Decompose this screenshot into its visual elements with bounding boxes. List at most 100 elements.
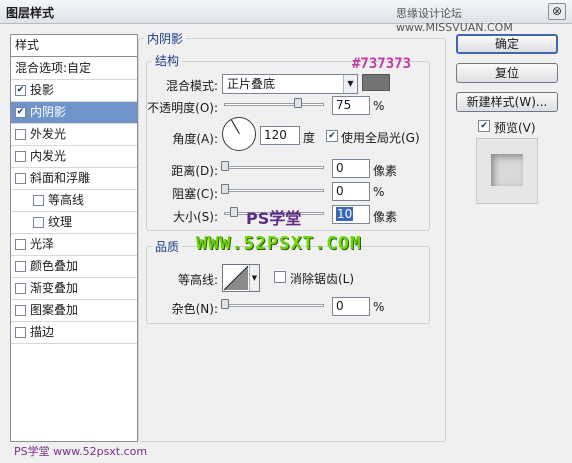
bottom-watermark: PS学堂 www.52psxt.com (14, 445, 148, 458)
contour-label: 等高线: (177, 273, 218, 287)
shadow-color-swatch[interactable] (362, 74, 390, 91)
url-watermark: WWW.52PSXT.COM (196, 233, 362, 254)
size-input[interactable]: 10 (332, 205, 370, 224)
structure-legend: 结构 (152, 52, 183, 69)
noise-slider-thumb[interactable] (221, 299, 229, 309)
preview-label: 预览(V) (494, 121, 536, 135)
angle-unit: 度 (303, 131, 316, 145)
checkbox-outer-glow[interactable] (15, 129, 26, 140)
style-item-bevel-emboss[interactable]: 斜面和浮雕 (11, 168, 137, 190)
choke-label: 阻塞(C): (172, 187, 218, 201)
checkbox-color-overlay[interactable] (15, 261, 26, 272)
style-item-outer-glow[interactable]: 外发光 (11, 124, 137, 146)
new-style-button[interactable]: 新建样式(W)... (456, 92, 558, 112)
blend-mode-value: 正片叠底 (227, 77, 276, 91)
distance-slider-thumb[interactable] (221, 161, 229, 171)
distance-unit: 像素 (373, 164, 398, 178)
style-item-label: 渐变叠加 (30, 281, 79, 295)
checkbox-bevel-emboss[interactable] (15, 173, 26, 184)
style-item-drop-shadow[interactable]: ✔ 投影 (11, 80, 137, 102)
color-hex-annotation: #737373 (352, 56, 412, 72)
style-item-pattern-overlay[interactable]: 图案叠加 (11, 300, 137, 322)
style-item-label: 光泽 (30, 237, 55, 251)
dialog-title: 图层样式 (6, 6, 55, 20)
angle-input[interactable]: 120 (260, 126, 300, 145)
style-item-inner-shadow[interactable]: ✔ 内阴影 (11, 102, 137, 124)
distance-slider[interactable] (224, 166, 324, 169)
style-item-label: 投影 (30, 83, 55, 97)
style-item-label: 颜色叠加 (30, 259, 79, 273)
choke-slider-thumb[interactable] (221, 184, 229, 194)
blend-options-item[interactable]: 混合选项:自定 (11, 58, 137, 80)
size-label: 大小(S): (172, 210, 218, 224)
angle-dial-needle (231, 119, 240, 134)
checkbox-gradient-overlay[interactable] (15, 283, 26, 294)
style-item-label: 等高线 (48, 193, 85, 207)
styles-list: 样式 混合选项:自定 ✔ 投影 ✔ 内阴影 外发光 内发光 斜面和浮雕 等高线 … (10, 34, 138, 442)
reset-button[interactable]: 复位 (456, 63, 558, 83)
size-slider-thumb[interactable] (230, 207, 238, 217)
style-item-texture[interactable]: 纹理 (11, 212, 137, 234)
angle-label: 角度(A): (172, 132, 218, 146)
checkbox-pattern-overlay[interactable] (15, 305, 26, 316)
size-unit: 像素 (373, 210, 398, 224)
noise-unit: % (373, 300, 385, 314)
style-item-label: 内阴影 (30, 105, 67, 119)
checkbox-texture[interactable] (33, 217, 44, 228)
opacity-unit: % (373, 99, 385, 113)
style-item-label: 外发光 (30, 127, 67, 141)
distance-input[interactable]: 0 (332, 159, 370, 178)
blend-mode-label: 混合模式: (165, 79, 218, 93)
choke-input[interactable]: 0 (332, 182, 370, 201)
style-item-label: 内发光 (30, 149, 67, 163)
style-item-label: 描边 (30, 325, 55, 339)
choke-slider[interactable] (224, 189, 324, 192)
site-watermark: 思缘设计论坛 www.MISSVUAN.COM (396, 7, 513, 34)
style-item-contour[interactable]: 等高线 (11, 190, 137, 212)
close-icon[interactable]: ⊗ (548, 3, 566, 20)
opacity-slider-thumb[interactable] (294, 98, 302, 108)
inner-shadow-title: 内阴影 (144, 30, 187, 47)
checkbox-contour[interactable] (33, 195, 44, 206)
noise-slider[interactable] (224, 304, 324, 307)
blend-mode-select[interactable]: 正片叠底 ▼ (222, 74, 358, 94)
ok-button[interactable]: 确定 (456, 34, 558, 54)
checkbox-drop-shadow[interactable]: ✔ (15, 85, 26, 96)
title-bar: 图层样式 思缘设计论坛 www.MISSVUAN.COM ⊗ (0, 0, 572, 34)
quality-legend: 品质 (152, 238, 183, 255)
global-light-checkbox[interactable]: ✔ (326, 130, 338, 142)
noise-label: 杂色(N): (171, 302, 218, 316)
checkbox-stroke[interactable] (15, 327, 26, 338)
angle-dial[interactable] (222, 117, 256, 151)
style-preview (476, 138, 538, 204)
opacity-slider[interactable] (224, 103, 324, 106)
opacity-label: 不透明度(O): (147, 101, 218, 115)
chevron-down-icon: ▼ (343, 75, 357, 93)
style-item-gradient-overlay[interactable]: 渐变叠加 (11, 278, 137, 300)
chevron-down-icon: ▼ (249, 265, 259, 291)
checkbox-satin[interactable] (15, 239, 26, 250)
choke-unit: % (373, 185, 385, 199)
style-preview-swatch (491, 154, 523, 186)
style-item-label: 斜面和浮雕 (30, 171, 91, 185)
checkbox-inner-glow[interactable] (15, 151, 26, 162)
anti-alias-checkbox[interactable] (274, 271, 286, 283)
preview-checkbox[interactable]: ✔ (478, 120, 490, 132)
styles-header: 样式 (11, 35, 137, 57)
size-value: 10 (336, 207, 354, 221)
distance-label: 距离(D): (171, 164, 218, 178)
style-item-inner-glow[interactable]: 内发光 (11, 146, 137, 168)
style-item-satin[interactable]: 光泽 (11, 234, 137, 256)
global-light-label: 使用全局光(G) (341, 131, 420, 145)
style-item-label: 图案叠加 (30, 303, 79, 317)
style-item-color-overlay[interactable]: 颜色叠加 (11, 256, 137, 278)
ps-watermark: PS学堂 (246, 209, 302, 228)
noise-input[interactable]: 0 (332, 297, 370, 316)
contour-curve-icon (223, 265, 249, 291)
opacity-input[interactable]: 75 (332, 96, 370, 115)
style-item-label: 纹理 (48, 215, 73, 229)
contour-picker[interactable]: ▼ (222, 264, 260, 292)
style-item-stroke[interactable]: 描边 (11, 322, 137, 344)
anti-alias-label: 消除锯齿(L) (290, 272, 355, 286)
checkbox-inner-shadow[interactable]: ✔ (15, 107, 26, 118)
